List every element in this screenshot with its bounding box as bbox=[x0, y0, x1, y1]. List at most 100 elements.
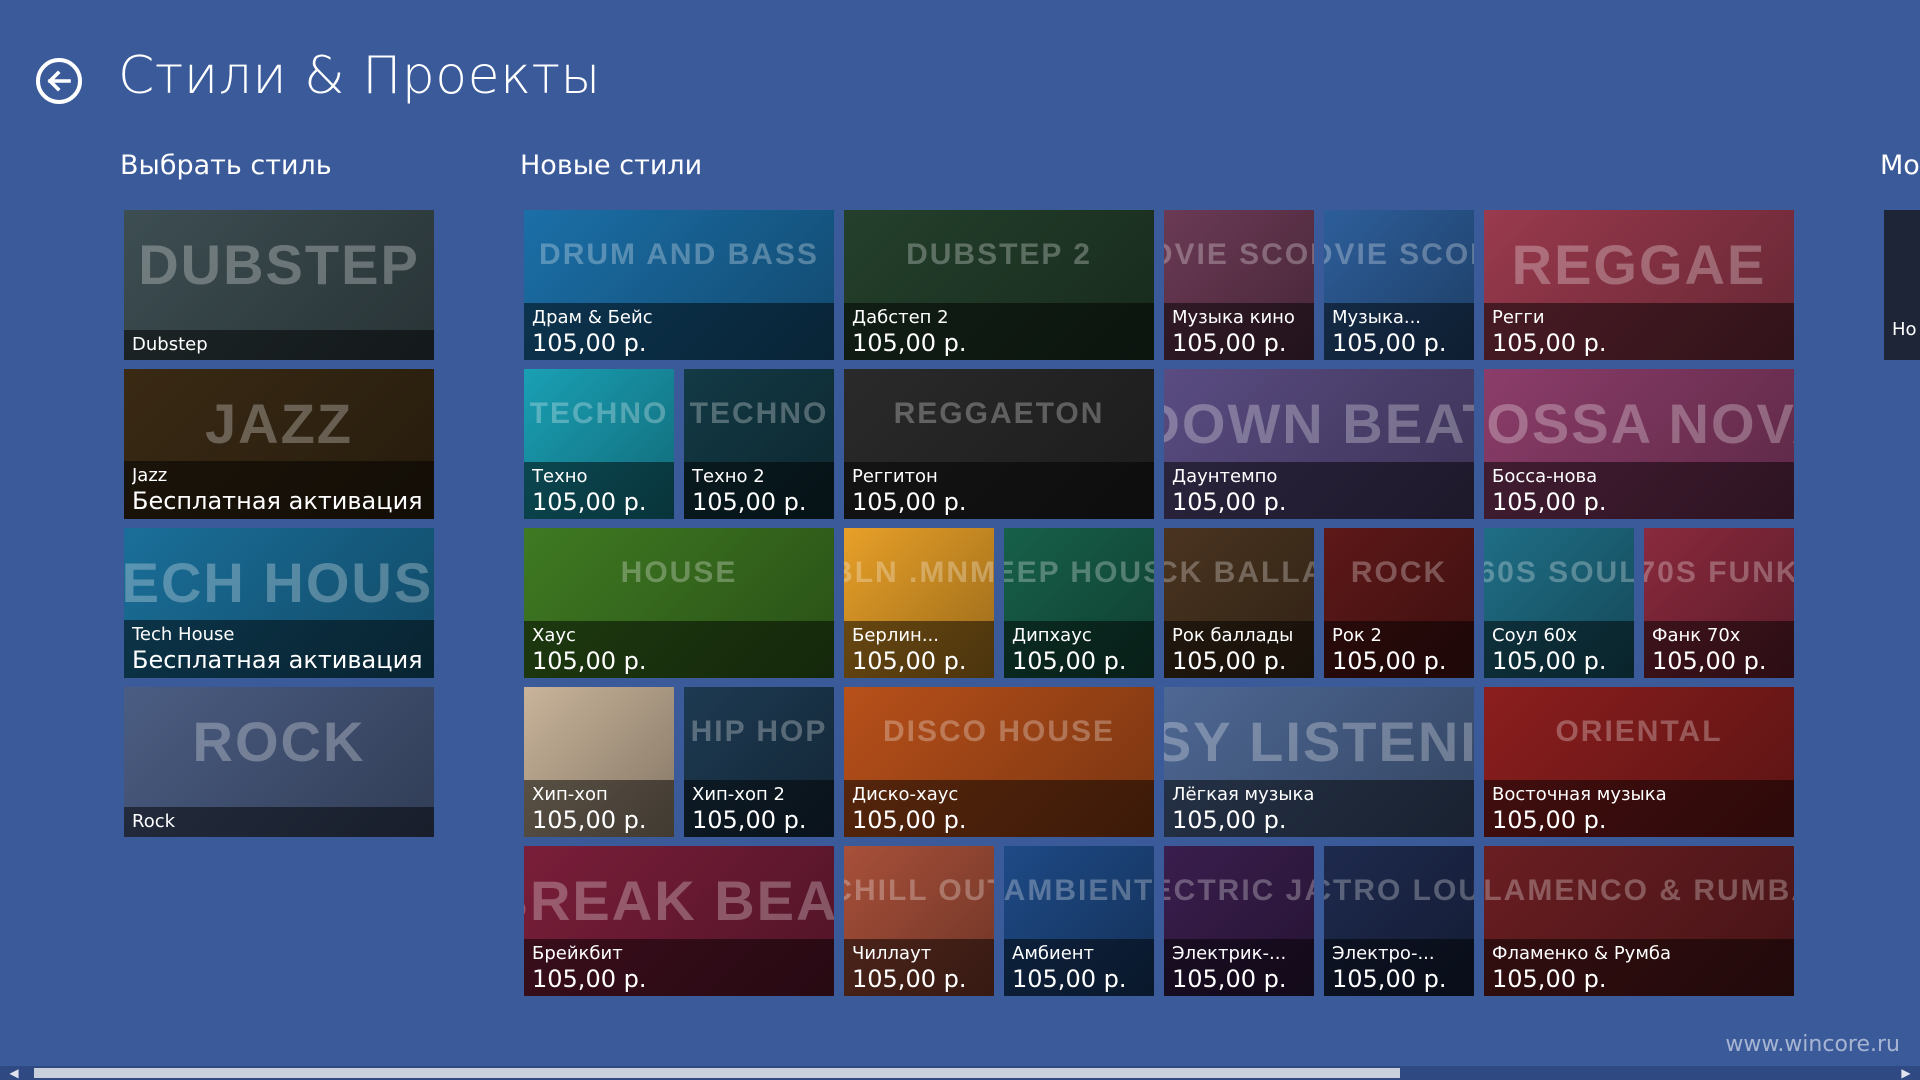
tile-caption: Музыка кино 105,00 р. bbox=[1164, 303, 1314, 360]
style-tile[interactable]: TECHNO Техно 105,00 р. bbox=[524, 369, 674, 519]
style-tile[interactable]: MOVIE SCORE Музыка...105,00 р. bbox=[1324, 210, 1474, 360]
style-tile[interactable]: Electro Lounge Электро-...105,00 р. bbox=[1324, 846, 1474, 996]
style-tile[interactable]: ROCK Рок 2 105,00 р. bbox=[1324, 528, 1474, 678]
style-tile[interactable]: flamenco & rumba Фламенко & Румба105,00 … bbox=[1484, 846, 1794, 996]
style-tile[interactable]: Хип-хоп 105,00 р. bbox=[524, 687, 674, 837]
tile-name: Rock bbox=[132, 811, 176, 832]
horizontal-scrollbar[interactable]: ◀ ▶ bbox=[0, 1066, 1920, 1080]
tile-price: 105,00 р. bbox=[532, 329, 647, 357]
tile-name: Фламенко & Румба bbox=[1492, 943, 1672, 964]
style-tile[interactable]: REGGAE Регги 105,00 р. bbox=[1484, 210, 1794, 360]
style-tile[interactable]: CHILL OUT Чиллаут105,00 р. bbox=[844, 846, 994, 996]
style-tile[interactable]: Electric Jazz Электрик-...105,00 р. bbox=[1164, 846, 1314, 996]
tile-price: 105,00 р. bbox=[1332, 647, 1447, 675]
tile-caption: Берлин... 105,00 р. bbox=[844, 621, 994, 678]
style-tile[interactable]: BREAK BEAT Брейкбит105,00 р. bbox=[524, 846, 834, 996]
tile-name: Электрик-... bbox=[1172, 943, 1287, 964]
tile-caption: Регги 105,00 р. bbox=[1484, 303, 1794, 360]
scroll-thumb[interactable] bbox=[34, 1068, 1400, 1078]
tile-price: 105,00 р. bbox=[1492, 965, 1607, 993]
tile-caption: Рок 2 105,00 р. bbox=[1324, 621, 1474, 678]
tile-name: Техно bbox=[532, 466, 588, 487]
tile-name: Музыка кино bbox=[1172, 307, 1295, 328]
tile-price: 105,00 р. bbox=[1492, 806, 1607, 834]
tile-caption: Дабстеп 2 105,00 р. bbox=[844, 303, 1154, 360]
tile-price: 105,00 р. bbox=[692, 488, 807, 516]
tile-price: 105,00 р. bbox=[1172, 965, 1287, 993]
style-tile[interactable]: oriental Восточная музыка 105,00 р. bbox=[1484, 687, 1794, 837]
tile-caption: Драм & Бейс 105,00 р. bbox=[524, 303, 834, 360]
tile-name: Рок баллады bbox=[1172, 625, 1294, 646]
next-section-tile-peek[interactable]: Но bbox=[1884, 210, 1920, 360]
page-title: Стили & Проекты bbox=[118, 46, 601, 106]
tile-price: 105,00 р. bbox=[1172, 647, 1287, 675]
tile-name: Диско-хаус bbox=[852, 784, 959, 805]
style-tile-dubstep[interactable]: DUBSTEP Dubstep bbox=[124, 210, 434, 360]
style-tile[interactable]: MOVIE SCORE Музыка кино105,00 р. bbox=[1164, 210, 1314, 360]
tile-caption: Босса-нова 105,00 р. bbox=[1484, 462, 1794, 519]
style-tile[interactable]: HIP HOP Хип-хоп 2 105,00 р. bbox=[684, 687, 834, 837]
tile-caption: Техно 105,00 р. bbox=[524, 462, 674, 519]
tile-price: 105,00 р. bbox=[532, 806, 647, 834]
tile-name: Дабстеп 2 bbox=[852, 307, 949, 328]
tile-name: Jazz bbox=[132, 465, 168, 486]
tile-caption: Tech House Бесплатная активация bbox=[124, 620, 434, 678]
tile-caption: Rock bbox=[124, 807, 434, 837]
tile-price: 105,00 р. bbox=[1332, 965, 1447, 993]
style-tile[interactable]: TECHNO Техно 2 105,00 р. bbox=[684, 369, 834, 519]
tile-caption: Электро-... 105,00 р. bbox=[1324, 939, 1474, 996]
tile-name: Драм & Бейс bbox=[532, 307, 653, 328]
tile-name: Босса-нова bbox=[1492, 466, 1598, 487]
tile-price: 105,00 р. bbox=[1492, 488, 1607, 516]
tile-name: Электро-... bbox=[1332, 943, 1435, 964]
style-tile[interactable]: 60s soul Соул 60х 105,00 р. bbox=[1484, 528, 1634, 678]
tile-price: 105,00 р. bbox=[852, 806, 967, 834]
style-tile[interactable]: DOWN BEAT Даунтемпо105,00 р. bbox=[1164, 369, 1474, 519]
scroll-right-icon[interactable]: ▶ bbox=[1896, 1066, 1916, 1080]
tile-price: 105,00 р. bbox=[852, 329, 967, 357]
tile-name: Хаус bbox=[532, 625, 576, 646]
tile-name: Tech House bbox=[132, 624, 235, 645]
tile-price: 105,00 р. bbox=[1332, 329, 1447, 357]
tile-caption: Хип-хоп 105,00 р. bbox=[524, 780, 674, 837]
tile-price: Бесплатная активация bbox=[132, 646, 423, 674]
style-tile[interactable]: .bln .mnml Берлин...105,00 р. bbox=[844, 528, 994, 678]
style-tile[interactable]: dubstep 2 Дабстеп 2 105,00 р. bbox=[844, 210, 1154, 360]
style-tile[interactable]: deep house Дипхаус105,00 р. bbox=[1004, 528, 1154, 678]
style-tile[interactable]: Disco House Диско-хаус 105,00 р. bbox=[844, 687, 1154, 837]
tile-name: Чиллаут bbox=[852, 943, 932, 964]
tile-price: 105,00 р. bbox=[852, 965, 967, 993]
style-tile[interactable]: 70s funk Фанк 70х 105,00 р. bbox=[1644, 528, 1794, 678]
style-tile-tech-house[interactable]: tech house Tech House Бесплатная активац… bbox=[124, 528, 434, 678]
style-tile[interactable]: Reggaeton Реггитон 105,00 р. bbox=[844, 369, 1154, 519]
tile-name: Хип-хоп bbox=[532, 784, 608, 805]
tile-caption: Дипхаус 105,00 р. bbox=[1004, 621, 1154, 678]
tile-caption: Брейкбит 105,00 р. bbox=[524, 939, 834, 996]
style-tile[interactable]: Rock BALLADS Рок баллады105,00 р. bbox=[1164, 528, 1314, 678]
tile-name: Хип-хоп 2 bbox=[692, 784, 785, 805]
style-tile[interactable]: AMBIENT Амбиент 105,00 р. bbox=[1004, 846, 1154, 996]
tile-caption: Чиллаут 105,00 р. bbox=[844, 939, 994, 996]
tile-name: Рок 2 bbox=[1332, 625, 1382, 646]
scroll-left-icon[interactable]: ◀ bbox=[4, 1066, 24, 1080]
tile-caption: Фламенко & Румба 105,00 р. bbox=[1484, 939, 1794, 996]
tile-price: 105,00 р. bbox=[852, 647, 967, 675]
style-tile-rock[interactable]: ROCK Rock bbox=[124, 687, 434, 837]
style-tile[interactable]: drum and bass Драм & Бейс 105,00 р. bbox=[524, 210, 834, 360]
tile-price: 105,00 р. bbox=[1012, 965, 1127, 993]
tile-name: Восточная музыка bbox=[1492, 784, 1667, 805]
style-tile-jazz[interactable]: Jazz Jazz Бесплатная активация bbox=[124, 369, 434, 519]
section-header-new-styles: Новые стили bbox=[520, 150, 703, 181]
tile-name: Но bbox=[1892, 319, 1917, 340]
tile-price: 105,00 р. bbox=[1172, 488, 1287, 516]
style-tile[interactable]: EASY LISTENING Лёгкая музыка105,00 р. bbox=[1164, 687, 1474, 837]
style-tile[interactable]: BOSSA NOVA Босса-нова105,00 р. bbox=[1484, 369, 1794, 519]
tile-name: Соул 60х bbox=[1492, 625, 1578, 646]
tile-price: 105,00 р. bbox=[532, 647, 647, 675]
tile-name: Лёгкая музыка bbox=[1172, 784, 1315, 805]
tile-price: 105,00 р. bbox=[1652, 647, 1767, 675]
tile-name: Берлин... bbox=[852, 625, 939, 646]
back-button[interactable] bbox=[36, 58, 82, 104]
tile-caption: Dubstep bbox=[124, 330, 434, 360]
style-tile[interactable]: HOUSE Хаус 105,00 р. bbox=[524, 528, 834, 678]
